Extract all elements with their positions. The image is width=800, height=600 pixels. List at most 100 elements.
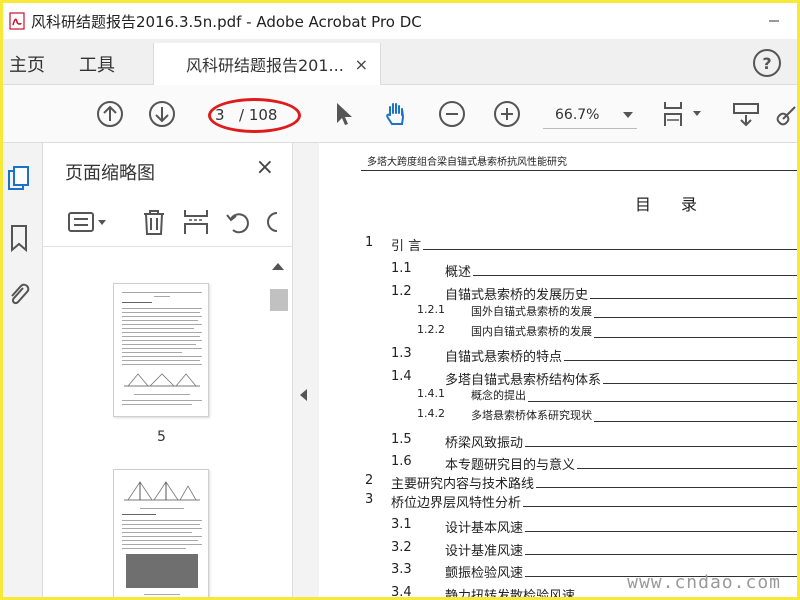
toc-entry[interactable]: 1.2.2 国内自锚式悬索桥的发展 — [417, 323, 797, 339]
toc-leader-line — [423, 249, 797, 250]
previous-page-icon[interactable] — [95, 99, 125, 129]
attachments-icon[interactable] — [5, 279, 33, 309]
toc-entry[interactable]: 2 主要研究内容与技术路线 — [365, 473, 797, 492]
collapse-panel-icon[interactable] — [300, 389, 307, 401]
page-thumbnail[interactable] — [113, 469, 209, 597]
toc-entry-title: 桥位边界层风特性分析 — [391, 496, 522, 511]
running-header: 多塔大跨度组合梁自锚式悬索桥抗风性能研究 — [367, 157, 567, 168]
toc-entry[interactable]: 3.2 设计基准风速 — [391, 540, 797, 559]
title-bar: 风科研结题报告2016.3.5n.pdf - Adobe Acrobat Pro… — [3, 3, 797, 39]
close-panel-icon[interactable]: × — [256, 155, 274, 180]
toc-entry-title: 设计基本风速 — [445, 521, 524, 536]
toc-entry-title: 自锚式悬索桥的发展历史 — [445, 288, 589, 303]
window-controls — [751, 3, 797, 39]
next-page-icon[interactable] — [147, 99, 177, 129]
toc-entry-number: 3 — [365, 492, 374, 507]
toc-entry-title: 设计基准风速 — [445, 544, 524, 559]
tab-document[interactable]: 风科研结题报告201... × — [153, 43, 381, 85]
toc-leader-line — [564, 360, 797, 361]
acrobat-window: 风科研结题报告2016.3.5n.pdf - Adobe Acrobat Pro… — [3, 3, 797, 597]
toolbar: 3 / 108 66.7% — [3, 85, 797, 143]
scroll-thumb[interactable] — [270, 289, 288, 311]
toc-entry-number: 3.3 — [391, 562, 412, 577]
chevron-down-icon — [623, 112, 633, 118]
toc-entry-number: 2 — [365, 473, 374, 488]
page-number-highlight — [208, 98, 301, 133]
toc-entry-title: 国内自锚式悬索桥的发展 — [471, 325, 592, 338]
toc-entry[interactable]: 1 引 言 — [365, 235, 797, 254]
toc-entry-number: 1.6 — [391, 454, 412, 469]
zoom-in-icon[interactable] — [492, 99, 522, 129]
hand-tool-icon[interactable] — [381, 99, 411, 129]
toc-entry[interactable]: 3 桥位边界层风特性分析 — [365, 492, 797, 511]
toc-entry[interactable]: 1.2.1 国外自锚式悬索桥的发展 — [417, 303, 797, 319]
thumbnail-page-label: 5 — [157, 429, 166, 445]
panel-collapse-strip[interactable] — [293, 143, 319, 597]
toc-entry[interactable]: 1.5 桥梁风致振动 — [391, 432, 797, 451]
thumbnails-toolbar — [43, 197, 293, 247]
toc-entry[interactable]: 3.1 设计基本风速 — [391, 517, 797, 536]
toc-leader-line — [577, 468, 797, 469]
toc-entry-title: 自锚式悬索桥的特点 — [445, 350, 563, 365]
toc-entry-title: 概述 — [445, 265, 472, 280]
toc-entry[interactable]: 1.1 概述 — [391, 261, 797, 280]
toc-entry-number: 1.1 — [391, 261, 412, 276]
page-thumbnails-icon[interactable] — [5, 165, 33, 195]
delete-page-icon[interactable] — [139, 207, 169, 237]
toc-entry-title: 桥梁风致振动 — [445, 436, 524, 451]
tab-close-icon[interactable]: × — [355, 55, 368, 74]
toc-entry[interactable]: 1.2 自锚式悬索桥的发展历史 — [391, 284, 797, 303]
tab-tools[interactable]: 工具 — [79, 51, 115, 77]
header-rule — [361, 170, 797, 171]
extract-page-icon[interactable] — [181, 207, 211, 237]
rotate-right-icon[interactable] — [263, 207, 283, 237]
toc-entry[interactable]: 1.3 自锚式悬索桥的特点 — [391, 346, 797, 365]
toc-leader-line — [525, 446, 797, 447]
toc-leader-line — [525, 531, 797, 532]
toc-entry-title: 主要研究内容与技术路线 — [391, 477, 535, 492]
toc-entry-number: 3.4 — [391, 585, 412, 597]
toc-leader-line — [536, 487, 797, 488]
tab-home[interactable]: 主页 — [9, 51, 45, 77]
window-title: 风科研结题报告2016.3.5n.pdf - Adobe Acrobat Pro… — [31, 12, 422, 31]
toc-leader-line — [523, 506, 797, 507]
navigation-rail — [3, 143, 43, 597]
toc-leader-line — [528, 401, 797, 402]
watermark: www.cndao.com — [627, 572, 781, 593]
toc-entry[interactable]: 1.4 多塔自锚式悬索桥结构体系 — [391, 369, 797, 388]
toc-entry[interactable]: 1.4.1 概念的提出 — [417, 387, 797, 403]
toc-entry-title: 多塔悬索桥体系研究现状 — [471, 409, 592, 422]
zoom-value: 66.7% — [555, 107, 600, 123]
toc-entry[interactable]: 1.6 本专题研究目的与意义 — [391, 454, 797, 473]
toc-leader-line — [594, 421, 797, 422]
zoom-out-icon[interactable] — [437, 99, 467, 129]
zoom-level-select[interactable]: 66.7% — [543, 101, 637, 129]
toc-entry-number: 1.4.1 — [417, 387, 445, 400]
toc-leader-line — [594, 337, 797, 338]
document-view[interactable]: 多塔大跨度组合梁自锚式悬索桥抗风性能研究 目录 1 引 言 1.1 概述 1.2 自锚式悬… — [319, 143, 797, 597]
link-icon[interactable] — [775, 99, 797, 129]
fit-page-icon[interactable] — [659, 99, 705, 129]
help-icon[interactable]: ? — [753, 49, 781, 77]
thumbnails-scrollbar[interactable] — [269, 257, 288, 597]
toc-leader-line — [603, 383, 797, 384]
thumbnails-title: 页面缩略图 — [65, 163, 155, 184]
toc-leader-line — [594, 317, 797, 318]
rotate-left-icon[interactable] — [223, 207, 253, 237]
scroll-up-icon[interactable] — [272, 263, 284, 270]
toc-entry-number: 3.2 — [391, 540, 412, 555]
select-cursor-icon[interactable] — [329, 99, 359, 129]
toc-entry-title: 本专题研究目的与意义 — [445, 458, 576, 473]
toc-entry-title: 静力扭转发散检验风速 — [445, 589, 576, 597]
minimize-button[interactable] — [751, 3, 797, 39]
toc-entry-title: 多塔自锚式悬索桥结构体系 — [445, 373, 602, 388]
toc-title: 目录 — [635, 195, 728, 214]
bookmarks-icon[interactable] — [5, 223, 33, 253]
keyboard-scroll-icon[interactable] — [731, 99, 761, 129]
options-menu-icon[interactable] — [67, 207, 111, 237]
toc-entry-number: 1.2.1 — [417, 303, 445, 316]
toc-entry-number: 1.2.2 — [417, 323, 445, 336]
toc-entry-title: 引 言 — [391, 239, 422, 254]
toc-entry[interactable]: 1.4.2 多塔悬索桥体系研究现状 — [417, 407, 797, 423]
page-thumbnail[interactable] — [113, 283, 209, 417]
